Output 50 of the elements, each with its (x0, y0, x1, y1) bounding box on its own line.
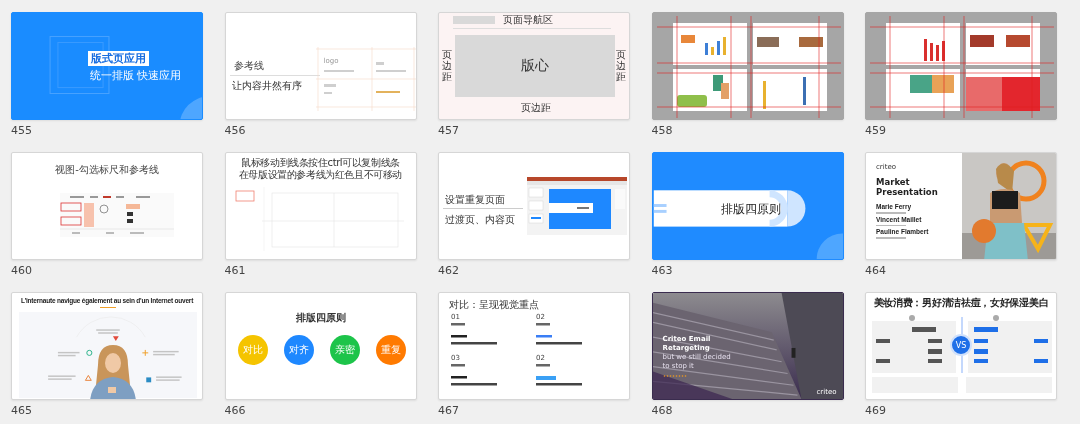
slide-number: 463 (651, 264, 673, 278)
slide-text: 鼠标移动到线条按住ctrl可以复制线条 (241, 157, 400, 169)
slide-number: 464 (865, 264, 886, 278)
slide-thumbnail[interactable]: 设置重复页面 过渡页、内容页 (438, 152, 630, 260)
slide-text: 页面导航区 (503, 14, 553, 26)
slide-number: 457 (438, 124, 459, 138)
slide-text: 在母版设置的参考线为红色且不可移动 (238, 169, 403, 181)
slide-subtitle: 让内容井然有序 (231, 79, 302, 93)
principle-circle: 亲密 (329, 335, 360, 365)
slide-title: 版式页应用 (88, 51, 149, 66)
slide-text: 页边距 (521, 101, 551, 115)
slide-title: 视图-勾选标尺和参考线 (54, 163, 160, 177)
slide-title: 排版四原则 (720, 201, 781, 218)
principle-circle: 对齐 (283, 335, 314, 365)
nav-placeholder (453, 16, 495, 24)
slide-title: Market Presentation (876, 177, 939, 197)
slide-thumbnail[interactable]: 页面导航区 版心 页边距 页边距 页边距 (438, 12, 630, 120)
slide-number: 466 (224, 404, 246, 418)
slide-number: 461 (224, 264, 246, 278)
slide-subtitle: 过渡页、内容页 (445, 213, 515, 227)
slide-number: 456 (224, 124, 246, 138)
text-line (876, 212, 906, 214)
slide-title: 参考线 (233, 59, 264, 73)
slide-number: 460 (11, 264, 32, 278)
slide-title: 版心 (521, 57, 549, 75)
slide-subtitle: 统一排版 快速应用 (90, 68, 182, 83)
slide-number: 469 (865, 404, 886, 418)
slide-number: 455 (11, 124, 32, 138)
slide-title: 对比：呈现视觉重点 (449, 298, 539, 312)
slide-number: 459 (865, 124, 886, 138)
slide-title: 设置重复页面 (445, 193, 505, 207)
slide-thumbnail[interactable]: 排版四原则 (651, 152, 844, 260)
slide-number: 458 (651, 124, 673, 138)
slide-title: 美妆消费：男好清洁祛痘，女好保湿美白 (872, 296, 1050, 310)
slide-thumbnail[interactable]: 美妆消费：男好清洁祛痘，女好保湿美白 VS (865, 292, 1057, 400)
principle-circle: 对比 (237, 335, 268, 365)
slide-text: 页边距 (616, 49, 626, 82)
slide-thumbnail[interactable]: 排版四原则 对比 对齐 亲密 重复 (224, 292, 417, 400)
slide-number: 468 (651, 404, 673, 418)
slide-number: 467 (438, 404, 459, 418)
slide-number: 465 (11, 404, 32, 418)
text-line (876, 224, 906, 226)
principle-circle: 重复 (375, 335, 406, 365)
text-line (876, 237, 906, 239)
slide-number: 462 (438, 264, 459, 278)
slide-text: 页边距 (442, 49, 452, 82)
slide-thumbnail[interactable]: 鼠标移动到线条按住ctrl可以复制线条 在母版设置的参考线为红色且不可移动 (224, 152, 417, 260)
slide-thumbnail[interactable]: 视图-勾选标尺和参考线 (11, 152, 203, 260)
slide-title: 排版四原则 (294, 311, 347, 325)
slide-thumbnail[interactable]: 版式页应用 统一排版 快速应用 (11, 12, 203, 120)
